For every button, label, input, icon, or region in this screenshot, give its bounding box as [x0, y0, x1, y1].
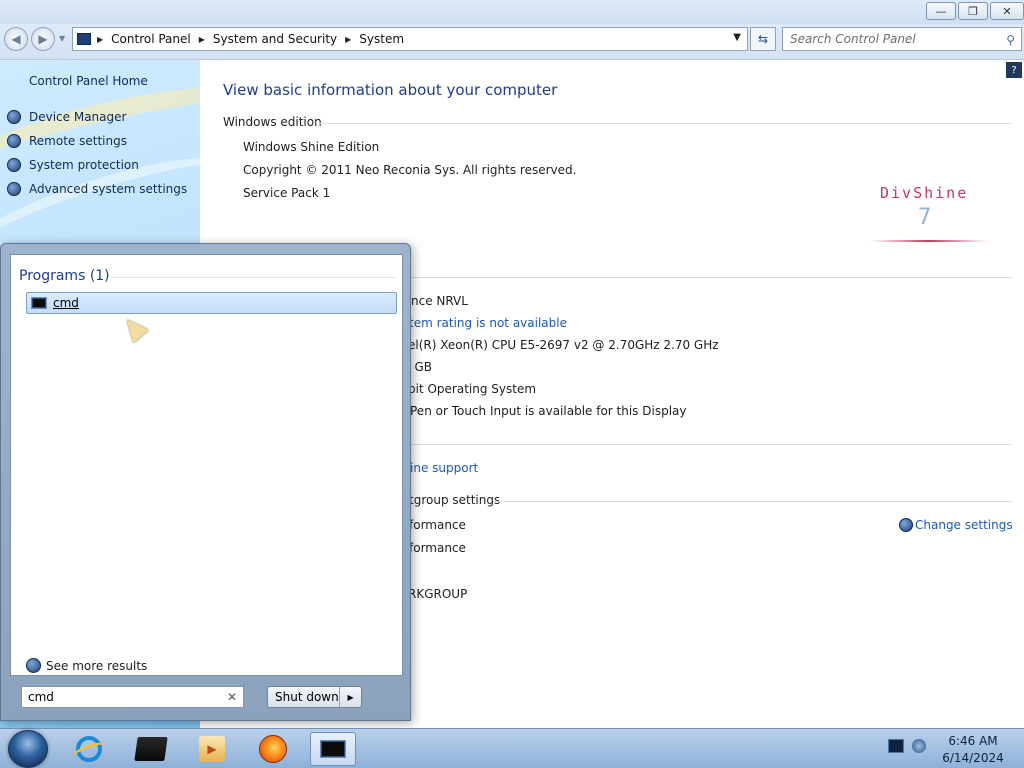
- full-computer-name-value: formance: [409, 541, 466, 555]
- breadcrumb-separator-icon: ▶: [198, 34, 205, 44]
- control-panel-home-link[interactable]: Control Panel Home: [29, 74, 148, 88]
- minimize-button[interactable]: —: [926, 2, 956, 20]
- recent-pages-chevron-icon[interactable]: ▼: [59, 34, 65, 43]
- edition-name: Windows Shine Edition: [243, 140, 380, 154]
- restore-button[interactable]: ❐: [958, 2, 988, 20]
- start-button[interactable]: [8, 730, 48, 768]
- clock-date: 6/14/2024: [942, 751, 1004, 765]
- shutdown-button[interactable]: Shut down ▶: [267, 686, 362, 708]
- result-label: cmd: [53, 296, 79, 310]
- back-arrow-icon: ◀: [11, 32, 21, 46]
- internet-explorer-icon: [76, 736, 102, 762]
- pen-touch-value: Pen or Touch Input is available for this…: [410, 404, 687, 418]
- advanced-system-settings-link[interactable]: Advanced system settings: [7, 182, 187, 196]
- nav-item-label: Remote settings: [29, 134, 127, 148]
- remote-settings-link[interactable]: Remote settings: [7, 134, 127, 148]
- shutdown-options-chevron-icon[interactable]: ▶: [339, 687, 361, 707]
- breadcrumb-control-panel[interactable]: Control Panel: [111, 32, 191, 46]
- window-title-bar: — ❐ ✕: [0, 0, 1024, 24]
- device-manager-link[interactable]: Device Manager: [7, 110, 126, 124]
- taskbar-internet-explorer[interactable]: [66, 732, 112, 766]
- system-type-value: bit Operating System: [408, 382, 537, 396]
- clock-time: 6:46 AM: [948, 734, 998, 748]
- computer-name-value: formance: [409, 518, 466, 532]
- section-divider: [318, 123, 1012, 124]
- os-brand-underline: [870, 240, 988, 242]
- volume-icon[interactable]: [912, 739, 926, 753]
- system-clock[interactable]: 6:46 AM 6/14/2024: [930, 733, 1016, 767]
- refresh-button[interactable]: ⇆: [750, 27, 776, 51]
- manufacturer-value: nce NRVL: [411, 294, 468, 308]
- start-search-input[interactable]: cmd ✕: [21, 686, 244, 708]
- media-player-icon: ▶: [199, 736, 225, 762]
- search-result-cmd[interactable]: cmd: [26, 292, 397, 314]
- forward-button[interactable]: ▶: [31, 27, 55, 51]
- section-divider: [410, 444, 1012, 445]
- see-more-results-link[interactable]: See more results: [26, 658, 147, 673]
- taskbar: ▶ 6:46 AM 6/14/2024: [0, 728, 1024, 768]
- nav-item-label: Advanced system settings: [29, 182, 188, 196]
- see-more-label: See more results: [46, 658, 148, 673]
- system-tray: [888, 739, 926, 753]
- clear-search-icon[interactable]: ✕: [227, 690, 237, 704]
- address-bar[interactable]: ▶ Control Panel ▶ System and Security ▶ …: [72, 27, 748, 51]
- processor-value: el(R) Xeon(R) CPU E5-2697 v2 @ 2.70GHz 2…: [408, 338, 719, 352]
- change-settings-link[interactable]: Change settings: [899, 518, 1013, 532]
- section-divider: [111, 277, 395, 278]
- service-pack: Service Pack 1: [243, 186, 331, 200]
- breadcrumb-separator-icon: ▶: [97, 34, 104, 44]
- mouse-cursor-icon: [119, 313, 149, 343]
- shutdown-label: Shut down: [275, 690, 339, 704]
- os-brand-version: 7: [918, 205, 932, 230]
- search-input[interactable]: Search Control Panel ⚲: [782, 27, 1022, 51]
- section-divider: [410, 277, 1012, 278]
- copyright-text: Copyright © 2011 Neo Reconia Sys. All ri…: [243, 163, 577, 177]
- search-placeholder: Search Control Panel: [790, 32, 916, 46]
- workgroup-value: RKGROUP: [408, 587, 468, 601]
- refresh-icon: ⇆: [757, 32, 769, 46]
- section-divider: [494, 501, 1012, 502]
- search-results-pane: Programs (1) cmd See more results: [10, 254, 403, 676]
- shield-icon: [899, 518, 913, 532]
- taskbar-media-player[interactable]: ▶: [189, 732, 235, 766]
- system-rating-link[interactable]: tem rating is not available: [409, 316, 567, 330]
- search-icon[interactable]: ⚲: [1006, 33, 1015, 47]
- shield-icon: [7, 158, 21, 172]
- shield-icon: [7, 110, 21, 124]
- control-panel-icon: [77, 33, 91, 45]
- page-title: View basic information about your comput…: [223, 81, 558, 99]
- nav-item-label: Device Manager: [29, 110, 127, 124]
- nav-item-label: System protection: [29, 158, 139, 172]
- forward-arrow-icon: ▶: [38, 32, 48, 46]
- computer-name-heading: tgroup settings: [409, 493, 501, 507]
- start-search-value: cmd: [28, 690, 54, 704]
- cmd-icon: [320, 740, 346, 758]
- taskbar-firefox[interactable]: [250, 732, 296, 766]
- breadcrumb-system-and-security[interactable]: System and Security: [213, 32, 337, 46]
- network-icon[interactable]: [888, 739, 904, 753]
- start-menu: Programs (1) cmd See more results cmd ✕ …: [0, 243, 411, 721]
- shield-icon: [7, 134, 21, 148]
- shield-icon: [7, 182, 21, 196]
- windows-edition-heading: Windows edition: [223, 115, 322, 129]
- change-settings-label: Change settings: [915, 518, 1013, 532]
- address-toolbar: ◀ ▶ ▼ ▶ Control Panel ▶ System and Secur…: [0, 24, 1024, 60]
- taskbar-file-explorer[interactable]: [128, 732, 174, 766]
- breadcrumb-separator-icon: ▶: [345, 34, 352, 44]
- firefox-icon: [259, 735, 287, 763]
- programs-header: Programs (1): [19, 268, 110, 284]
- search-globe-icon: [26, 658, 41, 673]
- os-brand-logo: DivShine: [880, 184, 969, 202]
- folder-icon: [134, 737, 168, 761]
- cmd-icon: [31, 297, 47, 309]
- online-support-link[interactable]: ine support: [410, 461, 478, 475]
- breadcrumb-system[interactable]: System: [359, 32, 404, 46]
- help-icon[interactable]: ?: [1006, 62, 1022, 78]
- system-protection-link[interactable]: System protection: [7, 158, 139, 172]
- close-button[interactable]: ✕: [990, 2, 1024, 20]
- back-button[interactable]: ◀: [4, 27, 28, 51]
- address-dropdown-icon[interactable]: ▼: [733, 32, 741, 43]
- taskbar-cmd[interactable]: [310, 732, 356, 766]
